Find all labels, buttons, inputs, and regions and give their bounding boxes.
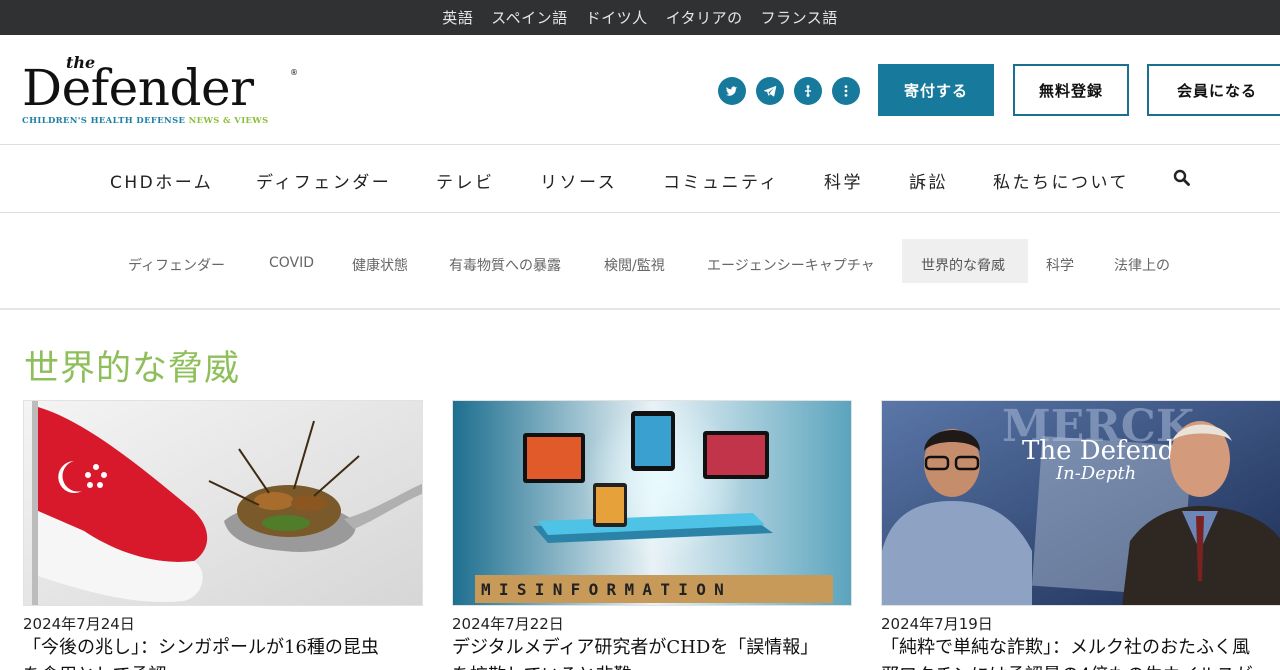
logo-tagline-main: CHILDREN'S HEALTH DEFENSE [22, 115, 186, 125]
language-bar: 英語 スペイン語 ドイツ人 イタリアの フランス語 [0, 0, 1280, 35]
article-headline[interactable]: デジタルメディア研究者がCHDを「誤情報」 を拡散していると非難 [452, 634, 862, 670]
nav-item-about-us[interactable]: 私たちについて [993, 168, 1129, 193]
article-date: 2024年7月24日 [23, 615, 135, 633]
lang-link-english[interactable]: 英語 [442, 7, 473, 28]
nav-item-resources[interactable]: リソース [540, 168, 617, 193]
article-image-defender-in-depth[interactable]: MERCK The Defender In-Depth [881, 400, 1280, 606]
site-logo[interactable]: the Defender ® CHILDREN'S HEALTH DEFENSE… [22, 53, 322, 133]
telegram-icon[interactable] [756, 77, 784, 105]
site-header: the Defender ® CHILDREN'S HEALTH DEFENSE… [0, 35, 1280, 145]
nav-item-community[interactable]: コミュニティ [663, 168, 779, 193]
logo-registered: ® [290, 68, 298, 77]
article-card[interactable]: 2024年7月24日 「今後の兆し」：シンガポールが16種の昆虫 を食用として承… [23, 400, 423, 670]
main-nav: CHDホーム ディフェンダー テレビ リソース コミュニティ 科学 訴訟 私たち… [0, 146, 1280, 213]
lang-link-spanish[interactable]: スペイン語 [491, 7, 567, 28]
free-signup-button[interactable]: 無料登録 [1013, 64, 1129, 116]
subnav-item-health-conditions[interactable]: 健康状態 [352, 255, 408, 275]
lang-link-italian[interactable]: イタリアの [666, 7, 743, 28]
nav-item-science[interactable]: 科学 [824, 168, 863, 193]
headline-line: 「純粋で単純な詐欺」：メルク社のおたふく風 [881, 637, 1250, 658]
nav-item-chd-home[interactable]: CHDホーム [110, 168, 213, 193]
become-member-button[interactable]: 会員になる [1147, 64, 1280, 116]
subnav-item-toxic-exposures[interactable]: 有毒物質への暴露 [449, 255, 561, 275]
nav-item-litigation[interactable]: 訴訟 [909, 168, 948, 193]
subnav-item-covid[interactable]: COVID [269, 255, 314, 271]
headline-line: 邪ワクチンには承認量の4倍もの生ウイルスが [881, 662, 1280, 670]
article-card[interactable]: MISINFORMATION 2024年7月22日 デジタルメディア研究者がCH… [452, 400, 852, 670]
misinformation-tiles-text: MISINFORMATION [481, 580, 732, 599]
section-title: 世界的な脅威 [24, 349, 241, 389]
article-date: 2024年7月22日 [452, 615, 564, 633]
article-headline[interactable]: 「純粋で単純な詐欺」：メルク社のおたふく風 邪ワクチンには承認量の4倍もの生ウイ… [881, 634, 1280, 670]
article-image-misinformation[interactable]: MISINFORMATION [452, 400, 852, 606]
article-card[interactable]: MERCK The Defender In-Depth 2024年7月19日 「… [881, 400, 1280, 670]
subnav-item-global-threats[interactable]: 世界的な脅威 [921, 255, 1005, 275]
twitter-icon[interactable] [718, 77, 746, 105]
nav-item-defender[interactable]: ディフェンダー [256, 168, 391, 193]
article-date: 2024年7月19日 [881, 615, 993, 633]
headline-line: を拡散していると非難 [452, 662, 862, 670]
subnav-item-defender[interactable]: ディフェンダー [128, 255, 225, 275]
nav-item-tv[interactable]: テレビ [436, 168, 495, 193]
logo-tagline-accent: NEWS & VIEWS [188, 115, 269, 125]
headline-line: デジタルメディア研究者がCHDを「誤情報」 [452, 637, 819, 658]
headline-line: 「今後の兆し」：シンガポールが16種の昆虫 [23, 637, 379, 658]
logo-tagline: CHILDREN'S HEALTH DEFENSE NEWS & VIEWS [22, 115, 269, 125]
subnav-item-science[interactable]: 科学 [1046, 255, 1074, 275]
lang-link-german[interactable]: ドイツ人 [586, 7, 648, 28]
subnav-item-censorship[interactable]: 検閲/監視 [604, 255, 665, 275]
share-icon[interactable] [794, 77, 822, 105]
subnav-item-legal[interactable]: 法律上の [1114, 255, 1170, 275]
subnav-item-agency-capture[interactable]: エージェンシーキャプチャ [707, 255, 875, 275]
article-headline[interactable]: 「今後の兆し」：シンガポールが16種の昆虫 を食用として承認 [23, 634, 433, 670]
sub-nav: ディフェンダー COVID 健康状態 有毒物質への暴露 検閲/監視 エージェンシ… [0, 214, 1280, 310]
article-image-insects[interactable] [23, 400, 423, 606]
donate-button[interactable]: 寄付する [878, 64, 994, 116]
overlay-subtitle: In-Depth [1055, 463, 1136, 484]
search-icon[interactable] [1172, 168, 1192, 188]
logo-wordmark: Defender [22, 59, 254, 117]
lang-link-french[interactable]: フランス語 [761, 7, 838, 28]
more-icon[interactable] [832, 77, 860, 105]
headline-line: を食用として承認 [23, 662, 433, 670]
